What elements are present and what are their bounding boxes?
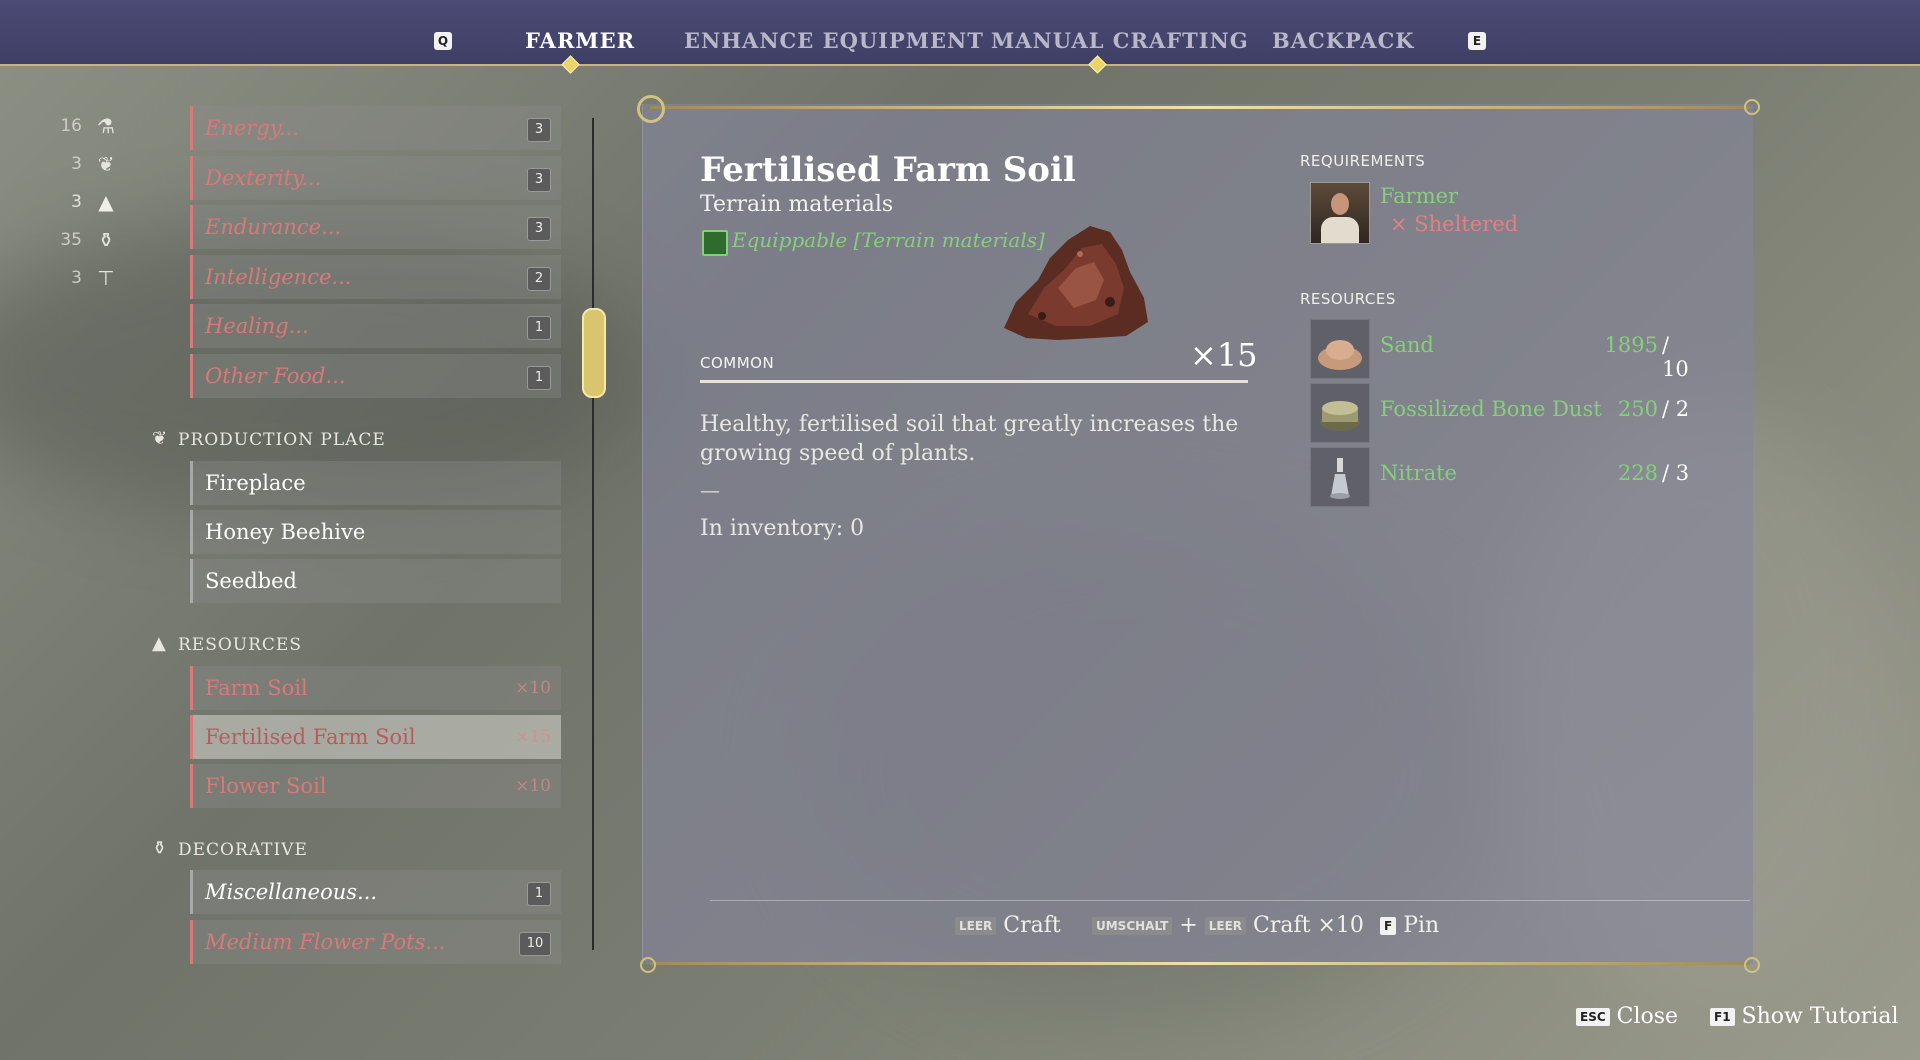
item-category: Terrain materials <box>700 192 894 217</box>
item-count-badge: 3 <box>527 168 551 192</box>
category-resources[interactable]: 3 ▲ <box>52 188 122 218</box>
item-count-badge: 1 <box>527 366 551 390</box>
craft-x10-button[interactable]: UMSCHALT + LEER Craft ×10 <box>1092 913 1364 938</box>
f-key-icon: F <box>1380 917 1397 935</box>
esc-key-icon: ESC <box>1576 1008 1610 1026</box>
list-item[interactable]: Endurance... 3 <box>190 205 561 249</box>
resource-row-nitrate: Nitrate 228 / 3 <box>1310 447 1700 507</box>
list-item-selected[interactable]: Fertilised Farm Soil ×15 <box>190 715 561 759</box>
craft-button[interactable]: LEER Craft <box>955 913 1061 938</box>
list-item[interactable]: Medium Flower Pots... 10 <box>190 920 561 964</box>
compass-ornament-icon <box>637 95 665 123</box>
list-item[interactable]: Dexterity... 3 <box>190 156 561 200</box>
inventory-count: In inventory: 0 <box>700 516 865 541</box>
section-heading-decorative: ⚱ DECORATIVE <box>152 838 308 860</box>
ornament-icon <box>1744 99 1760 115</box>
anvil-icon: ⊤ <box>97 266 115 290</box>
section-heading-resources: ▲ RESOURCES <box>152 633 302 655</box>
spacebar-key-icon: LEER <box>955 917 997 935</box>
pin-button[interactable]: F Pin <box>1380 913 1439 938</box>
sand-icon <box>1310 319 1370 379</box>
category-plants[interactable]: 3 ❦ <box>52 150 122 180</box>
list-item[interactable]: Energy... 3 <box>190 106 561 150</box>
resource-row-sand: Sand 1895 / 10 <box>1310 319 1700 381</box>
potion-icon: ⚗ <box>97 114 115 138</box>
f1-key-icon: F1 <box>1710 1008 1735 1026</box>
category-decorative[interactable]: 35 ⚱ <box>52 226 122 256</box>
panel-bottom-border <box>650 962 1750 965</box>
tab-manual-crafting[interactable]: MANUAL CRAFTING <box>991 28 1249 53</box>
ornament-icon <box>1744 957 1760 973</box>
shift-key-icon: UMSCHALT <box>1092 917 1173 935</box>
portrait-body <box>1321 217 1359 243</box>
list-item[interactable]: Miscellaneous... 1 <box>190 870 561 914</box>
scrollbar-track[interactable] <box>592 118 594 950</box>
list-item[interactable]: Farm Soil ×10 <box>190 666 561 710</box>
rarity-label: COMMON <box>700 354 775 372</box>
close-button[interactable]: ESC Close <box>1576 1004 1678 1029</box>
next-tab-key[interactable]: E <box>1468 32 1486 50</box>
terrain-icon <box>702 230 728 256</box>
item-description: Healthy, fertilised soil that greatly in… <box>700 412 1239 466</box>
category-tools[interactable]: 3 ⊤ <box>52 264 122 294</box>
resource-row-bone-dust: Fossilized Bone Dust 250 / 2 <box>1310 383 1700 443</box>
list-item[interactable]: Flower Soil ×10 <box>190 764 561 808</box>
ingots-icon: ▲ <box>152 633 167 654</box>
tab-notification-icon <box>1088 55 1107 74</box>
scrollbar-thumb[interactable] <box>582 308 606 398</box>
item-count-badge: 2 <box>527 267 551 291</box>
plant-icon: ❦ <box>97 152 115 176</box>
nitrate-icon <box>1310 447 1370 507</box>
required-profession: Farmer <box>1380 184 1459 208</box>
list-item[interactable]: Intelligence... 2 <box>190 255 561 299</box>
item-count-badge: 1 <box>527 882 551 906</box>
prev-tab-key[interactable]: Q <box>434 32 452 50</box>
show-tutorial-button[interactable]: F1 Show Tutorial <box>1710 1004 1899 1029</box>
craft-quantity: ×15 <box>1190 336 1258 374</box>
section-heading-production-place: ❦ PRODUCTION PLACE <box>152 428 386 450</box>
tab-enhance-equipment[interactable]: ENHANCE EQUIPMENT <box>684 28 984 53</box>
ornament-icon <box>640 957 656 973</box>
bone-dust-icon <box>1310 383 1370 443</box>
list-item[interactable]: Honey Beehive <box>190 510 561 554</box>
category-potions[interactable]: 16 ⚗ <box>52 112 122 142</box>
vase-icon: ⚱ <box>97 228 115 252</box>
panel-top-border <box>650 106 1750 109</box>
item-title: Fertilised Farm Soil <box>700 150 1076 190</box>
description-separator: — <box>700 478 720 502</box>
fertilised-soil-image <box>1004 226 1148 340</box>
resources-heading: RESOURCES <box>1300 290 1396 308</box>
portrait-face <box>1331 193 1349 215</box>
tab-backpack[interactable]: BACKPACK <box>1272 28 1415 53</box>
farmer-portrait <box>1310 182 1370 244</box>
list-item[interactable]: Healing... 1 <box>190 304 561 348</box>
active-tab-marker-icon <box>561 55 580 74</box>
missing-requirement: × Sheltered <box>1390 212 1519 236</box>
list-item[interactable]: Seedbed <box>190 559 561 603</box>
rarity-divider <box>700 380 1248 383</box>
actions-divider <box>710 900 1750 901</box>
ingots-icon: ▲ <box>98 190 114 214</box>
item-count-badge: 1 <box>527 316 551 340</box>
item-count-badge: 3 <box>527 217 551 241</box>
plant-icon: ❦ <box>152 428 169 449</box>
spacebar-key-icon: LEER <box>1204 917 1247 935</box>
requirements-heading: REQUIREMENTS <box>1300 152 1426 170</box>
tab-farmer[interactable]: FARMER <box>525 28 635 53</box>
list-item[interactable]: Other Food... 1 <box>190 354 561 398</box>
vase-icon: ⚱ <box>152 838 169 859</box>
top-nav-bar: Q FARMER ENHANCE EQUIPMENT MANUAL CRAFTI… <box>0 0 1920 74</box>
list-item[interactable]: Fireplace <box>190 461 561 505</box>
item-count-badge: 3 <box>527 118 551 142</box>
item-count-badge: 10 <box>519 932 551 956</box>
